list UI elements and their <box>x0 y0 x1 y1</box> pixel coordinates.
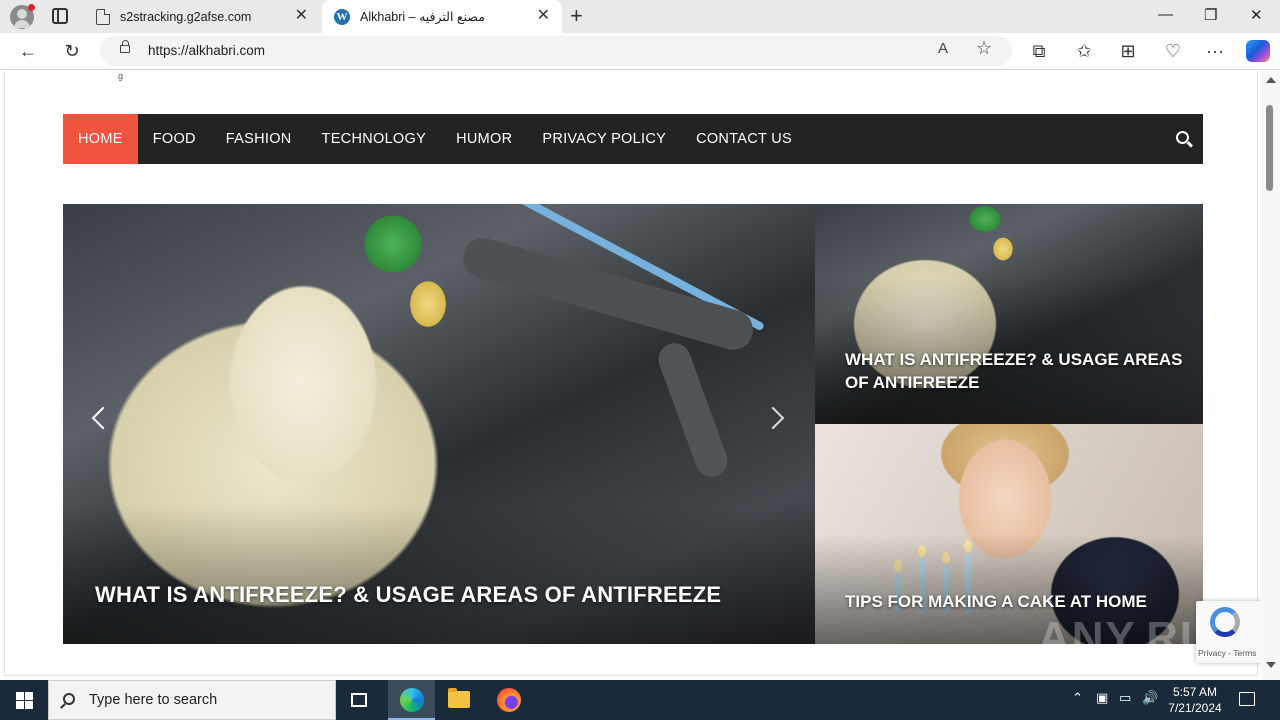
featured-card-cake[interactable]: Tips for Making a Cake at Home <box>815 424 1203 644</box>
start-logo-pane <box>25 692 33 700</box>
nav-fashion[interactable]: Fashion <box>211 114 307 164</box>
search-icon <box>63 693 75 705</box>
card-title-link[interactable]: What is Antifreeze? & Usage Areas of Ant… <box>845 348 1185 394</box>
tab-actions-icon[interactable] <box>52 8 68 24</box>
start-logo-pane <box>16 692 24 700</box>
volume-icon[interactable]: 🔊 <box>1142 690 1158 706</box>
scroll-down-icon[interactable] <box>1266 662 1276 668</box>
reload-button[interactable]: ↻ <box>59 39 85 63</box>
search-placeholder[interactable]: Type here to search <box>89 692 217 708</box>
windows-taskbar: Type here to search ⌃ ▣ ▭ 🔊 5:57 AM 7/21… <box>0 680 1280 720</box>
browser-essentials-icon[interactable]: ♡ <box>1160 39 1186 63</box>
wordpress-icon: W <box>334 8 350 25</box>
clock-time: 5:57 AM <box>1172 685 1218 699</box>
split-screen-icon[interactable]: ⧉ <box>1026 39 1052 63</box>
recaptcha-icon <box>1210 607 1240 637</box>
featured-card-antifreeze[interactable]: What is Antifreeze? & Usage Areas of Ant… <box>815 204 1203 424</box>
slide-image-detail <box>458 233 758 355</box>
clock-date: 7/21/2024 <box>1168 701 1222 715</box>
browser-toolbar: ← ↻ https://alkhabri.com A ☆ ⧉ ✩ ⊞ ♡ ··· <box>0 33 1280 70</box>
restore-button[interactable]: ❐ <box>1204 6 1217 24</box>
slide-image-detail <box>654 338 732 482</box>
nav-privacy-policy[interactable]: Privacy Policy <box>527 114 681 164</box>
notification-dot-icon <box>28 4 35 11</box>
edge-icon <box>400 688 424 712</box>
scroll-thumb[interactable] <box>1266 105 1273 191</box>
taskbar-search-box[interactable]: Type here to search <box>48 680 336 720</box>
minimize-button[interactable]: — <box>1158 6 1173 23</box>
read-aloud-icon[interactable]: A <box>938 40 948 57</box>
nav-food[interactable]: Food <box>138 114 211 164</box>
scroll-up-icon[interactable] <box>1266 77 1276 83</box>
task-view-icon[interactable] <box>351 693 367 707</box>
windows-start-icon[interactable] <box>16 692 33 709</box>
page-viewport: g Home Food Fashion Technology Humor Pri… <box>0 71 1262 680</box>
favorites-icon[interactable]: ✩ <box>1071 39 1097 63</box>
recaptcha-links[interactable]: Privacy - Terms <box>1198 648 1256 658</box>
tab-title: Alkhabri – مصنع الترفيه <box>360 10 485 24</box>
start-logo-pane <box>25 701 33 709</box>
nav-technology[interactable]: Technology <box>307 114 442 164</box>
nav-humor[interactable]: Humor <box>441 114 527 164</box>
header-text-fragment: g <box>118 71 124 81</box>
settings-more-button[interactable]: ··· <box>1202 39 1228 63</box>
tray-device-icon[interactable]: ▣ <box>1096 690 1108 706</box>
url-text[interactable]: https://alkhabri.com <box>148 43 265 58</box>
slide-title-link[interactable]: What is Antifreeze? & Usage Areas of Ant… <box>95 582 721 608</box>
tab-title: s2stracking.g2afse.com <box>120 9 252 24</box>
search-icon[interactable] <box>1176 131 1189 144</box>
system-clock[interactable]: 5:57 AM 7/21/2024 <box>1160 684 1230 716</box>
tray-chevron-icon[interactable]: ⌃ <box>1072 690 1083 706</box>
taskbar-edge-button[interactable] <box>388 680 435 720</box>
network-icon[interactable]: ▭ <box>1119 690 1131 706</box>
slider-prev-arrow-icon[interactable] <box>91 406 115 430</box>
collections-icon[interactable]: ⊞ <box>1115 39 1141 63</box>
page-scrollbar[interactable] <box>1262 71 1280 680</box>
slide-overlay <box>63 504 815 644</box>
tab-alkhabri[interactable]: W Alkhabri – مصنع الترفيه ✕ <box>322 0 562 33</box>
start-logo-pane <box>16 701 24 709</box>
address-bar[interactable]: https://alkhabri.com A ☆ <box>100 36 1012 66</box>
featured-slider[interactable]: What is Antifreeze? & Usage Areas of Ant… <box>63 204 815 644</box>
slider-next-arrow-icon[interactable] <box>761 406 785 430</box>
main-navigation: Home Food Fashion Technology Humor Priva… <box>63 114 1203 164</box>
nav-home[interactable]: Home <box>63 114 138 164</box>
copilot-icon[interactable] <box>1246 40 1270 62</box>
back-button[interactable]: ← <box>15 39 41 63</box>
page-icon <box>96 8 110 25</box>
tab-bar: s2stracking.g2afse.com ✕ W Alkhabri – مص… <box>0 0 1280 33</box>
tab-close-icon[interactable]: ✕ <box>537 8 550 24</box>
card-title-link[interactable]: Tips for Making a Cake at Home <box>845 590 1185 613</box>
nav-contact-us[interactable]: Contact Us <box>681 114 807 164</box>
firefox-icon[interactable] <box>497 688 521 712</box>
close-window-button[interactable]: ✕ <box>1250 6 1263 24</box>
tab-close-icon[interactable]: ✕ <box>295 8 308 24</box>
notification-center-icon[interactable] <box>1239 692 1255 706</box>
new-tab-button[interactable]: + <box>570 4 583 28</box>
file-explorer-icon[interactable] <box>448 688 470 708</box>
tab-s2stracking[interactable]: s2stracking.g2afse.com ✕ <box>84 0 320 33</box>
favorite-star-icon[interactable]: ☆ <box>976 38 992 59</box>
lock-icon[interactable] <box>120 40 130 53</box>
recaptcha-badge[interactable]: Privacy - Terms <box>1196 601 1262 663</box>
